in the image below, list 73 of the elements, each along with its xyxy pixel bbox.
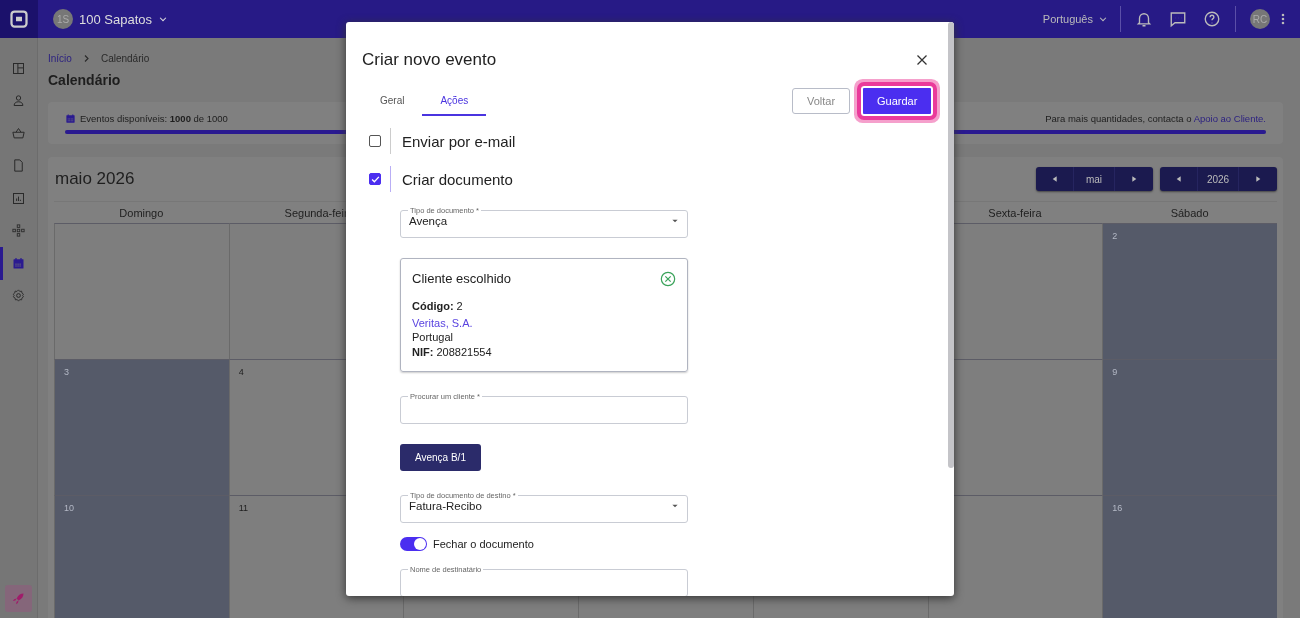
client-nif: NIF: 208821554	[412, 344, 493, 359]
calendar-day-cell[interactable]: 16	[1102, 495, 1277, 618]
breadcrumb-current: Calendário	[100, 53, 150, 64]
client-code: Código: 2	[412, 299, 464, 314]
checkbox[interactable]	[369, 173, 381, 185]
year-label: 2026	[1198, 167, 1239, 191]
day-number: 11	[238, 503, 249, 513]
month-label: mai	[1074, 167, 1115, 191]
support-note: Para mais quantidades, contacta o Apoio ao Cliente.	[1045, 112, 1266, 124]
language-selector[interactable]: Português	[1042, 13, 1093, 25]
day-number: 3	[64, 367, 69, 377]
weekday-header: Segunda-feir	[283, 206, 349, 219]
dropdown-caret-icon	[671, 502, 679, 510]
dialog-title: Criar novo evento	[362, 50, 497, 70]
checkbox[interactable]	[369, 135, 381, 147]
breadcrumb-link[interactable]: Início	[48, 53, 72, 64]
calendar-title: maio 2026	[55, 169, 135, 189]
caret-left-icon	[1174, 175, 1183, 183]
support-link[interactable]: Apoio ao Cliente.	[1193, 112, 1266, 124]
help-icon[interactable]	[1203, 10, 1221, 28]
dashboard-icon[interactable]	[11, 60, 26, 76]
weekday-header: Domingo	[118, 206, 165, 219]
day-number: 9	[1112, 367, 1118, 377]
caret-right-icon	[1130, 175, 1138, 183]
checkmark-icon	[370, 174, 380, 184]
network-icon[interactable]	[11, 223, 26, 239]
calendar-day-cell[interactable]: 3	[54, 359, 229, 495]
toggle-switch[interactable]	[400, 537, 427, 551]
calendar-icon[interactable]	[11, 255, 26, 271]
calendar-day-cell[interactable]: 9	[1102, 359, 1277, 495]
basket-icon[interactable]	[11, 125, 26, 141]
day-number: 10	[64, 503, 74, 513]
calendar-day-cell[interactable]: 2	[1102, 223, 1277, 359]
client-name-link[interactable]: Veritas, S.A.	[412, 316, 473, 329]
rocket-icon	[11, 591, 26, 606]
person-icon[interactable]	[11, 93, 26, 109]
card-title: Cliente escolhido	[412, 271, 511, 287]
chevron-down-icon[interactable]	[1098, 14, 1108, 24]
logo-icon[interactable]	[10, 10, 28, 28]
chat-icon[interactable]	[1169, 10, 1187, 28]
select-value: Fatura-Recibo	[409, 500, 482, 512]
weekday-header: Sexta-feira	[987, 206, 1043, 219]
calendar-icon	[65, 112, 76, 124]
day-number: 16	[1112, 503, 1123, 513]
chevron-down-icon[interactable]	[158, 14, 168, 24]
calendar-day-cell[interactable]: 10	[54, 495, 229, 618]
close-icon	[916, 54, 928, 66]
bell-icon[interactable]	[1135, 10, 1153, 28]
remove-circle-icon[interactable]	[660, 271, 676, 287]
tab[interactable]: Geral	[362, 86, 423, 116]
document-button[interactable]: Avença B/1	[400, 444, 481, 471]
back-button[interactable]: Voltar	[792, 88, 850, 114]
checkbox-label: Criar documento	[402, 170, 513, 188]
select-value: Avença	[409, 215, 448, 227]
close-button[interactable]	[916, 54, 928, 66]
client-country: Portugal	[412, 330, 454, 345]
calendar-day-cell[interactable]	[54, 223, 229, 359]
page-title: Calendário	[48, 72, 122, 88]
chart-icon[interactable]	[11, 190, 26, 206]
day-number: 2	[1112, 231, 1118, 241]
checkbox-label: Enviar por e-mail	[402, 132, 516, 150]
caret-left-icon	[1050, 175, 1059, 183]
settings-icon[interactable]	[11, 288, 26, 304]
toggle-label: Fechar o documento	[433, 538, 534, 550]
document-icon[interactable]	[11, 158, 26, 174]
dropdown-caret-icon	[671, 217, 679, 225]
scrollbar[interactable]	[948, 22, 954, 468]
tab[interactable]: Ações	[422, 86, 487, 116]
weekday-header: Sábado	[1169, 206, 1210, 219]
events-available-text: Eventos disponíveis: 1000 de 1000	[80, 112, 228, 124]
caret-right-icon	[1254, 175, 1262, 183]
company-name[interactable]: 100 Sapatos	[79, 11, 152, 27]
day-number: 4	[238, 367, 244, 377]
